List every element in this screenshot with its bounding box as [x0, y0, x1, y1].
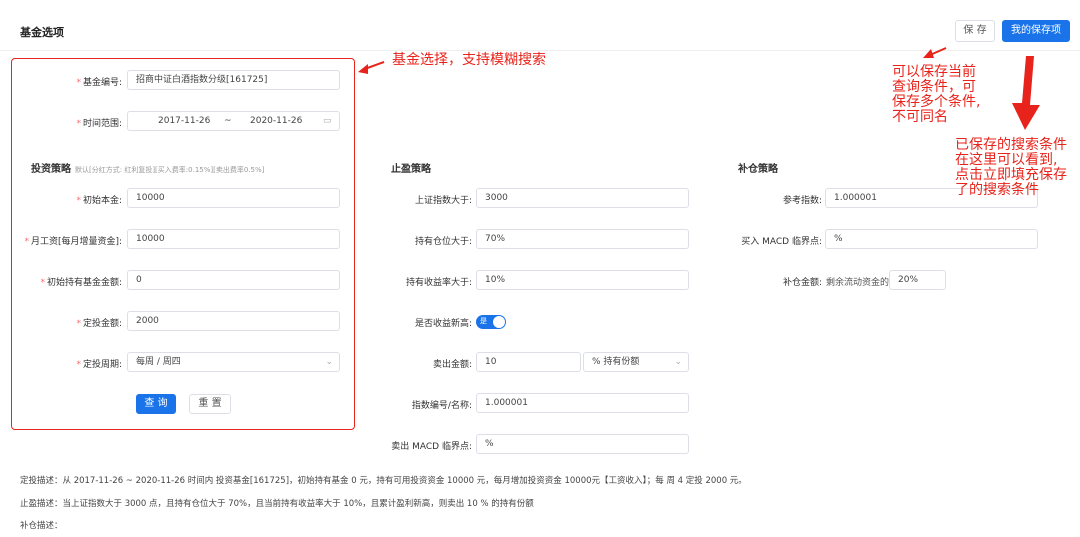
arrow-save-head: [923, 49, 934, 58]
arrow-fund-select-head: [358, 64, 368, 74]
save-hint-annotation: 可以保存当前 查询条件，可 保存多个条件, 不可同名: [892, 64, 981, 125]
fund-select-annotation: 基金选择，支持模糊搜索: [392, 52, 546, 68]
saved-hint-annotation: 已保存的搜索条件 在这里可以看到, 点击立即填充保存 了的搜索条件: [955, 137, 1067, 198]
arrow-saved: [1012, 56, 1040, 130]
